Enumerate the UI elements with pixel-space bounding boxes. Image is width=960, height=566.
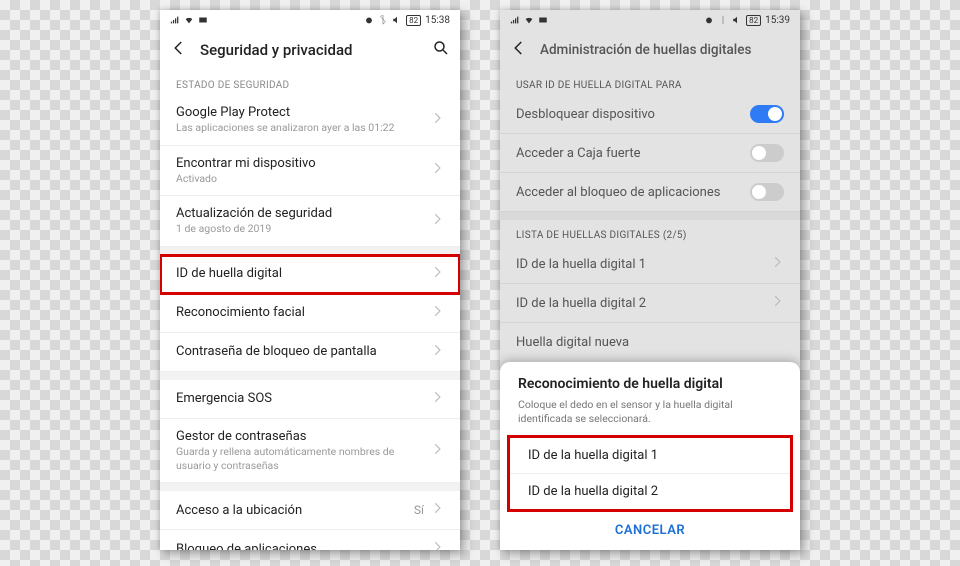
section-header-fp-list: LISTA DE HUELLAS DIGITALES (2/5): [500, 220, 800, 245]
chevron-right-icon: [430, 390, 444, 408]
row-sub: 1 de agosto de 2019: [176, 222, 430, 236]
row-access-vault[interactable]: Acceder a Caja fuerte: [500, 134, 800, 173]
row-access-applock[interactable]: Acceder al bloqueo de aplicaciones: [500, 173, 800, 212]
alarm-icon: [364, 15, 374, 25]
row-new-fingerprint[interactable]: Huella digital nueva: [500, 323, 800, 361]
row-label: Acceder al bloqueo de aplicaciones: [516, 185, 750, 200]
group-divider: [160, 247, 460, 255]
row-label: Bloqueo de aplicaciones: [176, 542, 430, 550]
chevron-right-icon: [430, 304, 444, 322]
row-label: Actualización de seguridad: [176, 206, 430, 221]
row-fingerprint-1[interactable]: ID de la huella digital 1: [500, 245, 800, 284]
row-security-update[interactable]: Actualización de seguridad 1 de agosto d…: [160, 196, 460, 247]
row-password-manager[interactable]: Gestor de contraseñas Guarda y rellena a…: [160, 419, 460, 483]
row-label: ID de la huella digital 1: [516, 257, 770, 272]
row-label: Encontrar mi dispositivo: [176, 156, 430, 171]
chevron-right-icon: [430, 442, 444, 460]
group-divider: [500, 212, 800, 220]
chevron-right-icon: [430, 501, 444, 519]
row-find-device[interactable]: Encontrar mi dispositivo Activado: [160, 146, 460, 197]
toggle-vault[interactable]: [750, 144, 784, 162]
chevron-right-icon: [430, 161, 444, 179]
sheet-item-fp2[interactable]: ID de la huella digital 2: [510, 473, 790, 509]
section-header-security: ESTADO DE SEGURIDAD: [160, 70, 460, 95]
row-google-play-protect[interactable]: Google Play Protect Las aplicaciones se …: [160, 95, 460, 146]
row-sos[interactable]: Emergencia SOS: [160, 380, 460, 419]
sheet-description: Coloque el dedo en el sensor y la huella…: [500, 398, 800, 436]
row-location-access[interactable]: Acceso a la ubicación Sí: [160, 491, 460, 530]
chevron-right-icon: [430, 212, 444, 230]
section-header-use-for: USAR ID DE HUELLA DIGITAL PARA: [500, 70, 800, 95]
chevron-right-icon: [770, 294, 784, 312]
sheet-item-fp1[interactable]: ID de la huella digital 1: [510, 438, 790, 473]
row-label: Contraseña de bloqueo de pantalla: [176, 344, 430, 359]
mail-icon: [538, 15, 548, 25]
group-divider: [160, 372, 460, 380]
row-sub: Las aplicaciones se analizaron ayer a la…: [176, 121, 430, 135]
row-label: Emergencia SOS: [176, 391, 430, 406]
chevron-right-icon: [430, 265, 444, 283]
row-label: Huella digital nueva: [516, 335, 784, 350]
status-left-icons: [510, 15, 548, 25]
status-right-icons: 82 15:38: [364, 15, 450, 26]
page-title: Administración de huellas digitales: [540, 42, 790, 58]
row-label: Gestor de contraseñas: [176, 429, 430, 444]
row-label: Acceder a Caja fuerte: [516, 146, 750, 161]
chevron-right-icon: [430, 343, 444, 361]
row-fingerprint-id[interactable]: ID de huella digital: [160, 255, 460, 294]
app-bar: Administración de huellas digitales: [500, 30, 800, 70]
signal-icon: [510, 15, 520, 25]
row-app-lock[interactable]: Bloqueo de aplicaciones: [160, 530, 460, 550]
wifi-icon: [184, 15, 194, 25]
row-label: Google Play Protect: [176, 105, 430, 120]
bluetooth-icon: [378, 15, 388, 25]
alarm-icon: [704, 15, 714, 25]
row-value: Sí: [414, 503, 424, 517]
row-label: ID de la huella digital 2: [516, 296, 770, 311]
mute-icon: [392, 15, 402, 25]
row-label: Desbloquear dispositivo: [516, 107, 750, 122]
chevron-right-icon: [430, 540, 444, 550]
battery-icon: 82: [406, 15, 421, 26]
app-bar: Seguridad y privacidad: [160, 30, 460, 70]
sheet-title: Reconocimiento de huella digital: [500, 376, 800, 398]
mail-icon: [198, 15, 208, 25]
row-sub: Activado: [176, 172, 430, 186]
status-left-icons: [170, 15, 208, 25]
bluetooth-icon: [718, 15, 728, 25]
row-unlock-device[interactable]: Desbloquear dispositivo: [500, 95, 800, 134]
back-icon[interactable]: [510, 39, 528, 61]
status-time: 15:39: [765, 15, 790, 26]
status-time: 15:38: [425, 15, 450, 26]
settings-list[interactable]: ESTADO DE SEGURIDAD Google Play Protect …: [160, 70, 460, 550]
toggle-applock[interactable]: [750, 183, 784, 201]
row-fingerprint-2[interactable]: ID de la huella digital 2: [500, 284, 800, 323]
phone-fingerprint-admin: 82 15:39 Administración de huellas digit…: [500, 10, 800, 550]
mute-icon: [732, 15, 742, 25]
back-icon[interactable]: [170, 39, 188, 61]
chevron-right-icon: [430, 111, 444, 129]
row-label: ID de huella digital: [176, 266, 430, 281]
status-right-icons: 82 15:39: [704, 15, 790, 26]
fingerprint-recognition-sheet: Reconocimiento de huella digital Coloque…: [500, 362, 800, 550]
battery-icon: 82: [746, 15, 761, 26]
signal-icon: [170, 15, 180, 25]
row-lock-password[interactable]: Contraseña de bloqueo de pantalla: [160, 333, 460, 372]
sheet-fingerprint-options: ID de la huella digital 1 ID de la huell…: [510, 438, 790, 509]
row-label: Reconocimiento facial: [176, 305, 430, 320]
page-title: Seguridad y privacidad: [200, 41, 420, 59]
wifi-icon: [524, 15, 534, 25]
status-bar: 82 15:39: [500, 10, 800, 30]
status-bar: 82 15:38: [160, 10, 460, 30]
cancel-button[interactable]: CANCELAR: [500, 511, 800, 540]
search-icon[interactable]: [432, 39, 450, 61]
phone-security-privacy: 82 15:38 Seguridad y privacidad ESTADO D…: [160, 10, 460, 550]
toggle-unlock[interactable]: [750, 105, 784, 123]
row-face-recognition[interactable]: Reconocimiento facial: [160, 294, 460, 333]
row-label: Acceso a la ubicación: [176, 503, 414, 518]
group-divider: [160, 483, 460, 491]
row-sub: Guarda y rellena automáticamente nombres…: [176, 445, 430, 472]
chevron-right-icon: [770, 255, 784, 273]
